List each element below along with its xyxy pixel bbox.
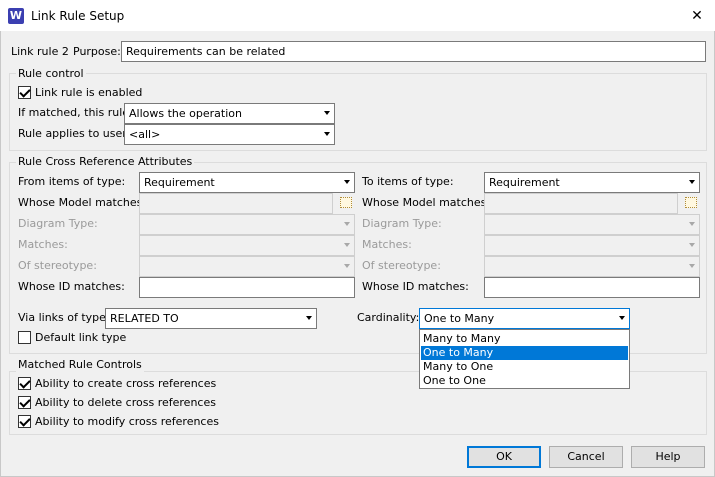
chevron-down-icon bbox=[344, 264, 350, 268]
to-type-value: Requirement bbox=[489, 176, 560, 189]
from-stereotype-label: Of stereotype: bbox=[18, 259, 97, 272]
purpose-label: Purpose: bbox=[73, 45, 121, 58]
cardinality-option-selected[interactable]: One to Many bbox=[421, 346, 628, 360]
applies-to-user-value: <all> bbox=[129, 128, 161, 141]
from-id-label: Whose ID matches: bbox=[18, 280, 125, 293]
chevron-down-icon bbox=[324, 132, 330, 136]
to-model-input bbox=[484, 193, 678, 214]
rule-enabled-label: Link rule is enabled bbox=[35, 86, 143, 99]
chevron-down-icon bbox=[306, 316, 312, 320]
from-matches-label: Matches: bbox=[18, 238, 68, 251]
chevron-down-icon bbox=[619, 316, 625, 320]
from-model-input bbox=[139, 193, 333, 214]
chevron-down-icon bbox=[344, 243, 350, 247]
via-links-value: RELATED TO bbox=[110, 312, 179, 325]
chevron-down-icon bbox=[689, 180, 695, 184]
applies-to-user-select[interactable]: <all> bbox=[124, 124, 335, 145]
create-xref-label: Ability to create cross references bbox=[35, 377, 217, 390]
from-id-input[interactable] bbox=[139, 277, 355, 298]
help-button[interactable]: Help bbox=[631, 446, 705, 468]
to-stereotype-label: Of stereotype: bbox=[362, 259, 441, 272]
from-stereotype-select bbox=[139, 256, 355, 277]
chevron-down-icon bbox=[344, 222, 350, 226]
cardinality-option[interactable]: Many to Many bbox=[421, 332, 628, 346]
from-matches-select bbox=[139, 235, 355, 256]
delete-xref-checkbox[interactable] bbox=[18, 396, 31, 409]
chevron-down-icon bbox=[689, 222, 695, 226]
purpose-input[interactable]: Requirements can be related bbox=[121, 41, 706, 62]
chevron-down-icon bbox=[689, 243, 695, 247]
rule-number-label: Link rule 2 bbox=[11, 45, 69, 58]
create-xref-checkbox[interactable] bbox=[18, 377, 31, 390]
cancel-button[interactable]: Cancel bbox=[549, 446, 623, 468]
matched-rule-legend: Matched Rule Controls bbox=[16, 358, 144, 372]
via-links-label: Via links of type: bbox=[18, 311, 110, 324]
close-icon[interactable]: ✕ bbox=[684, 4, 710, 28]
ok-button[interactable]: OK bbox=[467, 446, 541, 468]
applies-to-user-label: Rule applies to user: bbox=[18, 127, 131, 140]
from-type-select[interactable]: Requirement bbox=[139, 172, 355, 193]
to-matches-label: Matches: bbox=[362, 238, 412, 251]
from-model-label: Whose Model matches: bbox=[18, 196, 147, 209]
cardinality-label: Cardinality: bbox=[357, 311, 420, 324]
chevron-down-icon bbox=[344, 180, 350, 184]
cardinality-option[interactable]: Many to One bbox=[421, 360, 628, 374]
to-matches-select bbox=[484, 235, 700, 256]
cardinality-dropdown-list[interactable]: Many to Many One to Many Many to One One… bbox=[419, 329, 630, 389]
from-diagram-select bbox=[139, 214, 355, 235]
to-model-label: Whose Model matches: bbox=[362, 196, 491, 209]
if-matched-select[interactable]: Allows the operation bbox=[124, 103, 335, 124]
via-links-select[interactable]: RELATED TO bbox=[105, 308, 317, 329]
to-type-select[interactable]: Requirement bbox=[484, 172, 700, 193]
to-id-input[interactable] bbox=[484, 277, 700, 298]
rule-control-legend: Rule control bbox=[16, 67, 86, 81]
default-link-label: Default link type bbox=[35, 331, 127, 344]
from-type-label: From items of type: bbox=[18, 175, 126, 188]
if-matched-value: Allows the operation bbox=[129, 107, 242, 120]
app-icon: W bbox=[8, 8, 24, 24]
delete-xref-label: Ability to delete cross references bbox=[35, 396, 216, 409]
modify-xref-checkbox[interactable] bbox=[18, 415, 31, 428]
from-browse-icon[interactable] bbox=[337, 194, 355, 212]
cross-reference-legend: Rule Cross Reference Attributes bbox=[16, 155, 195, 169]
from-diagram-label: Diagram Type: bbox=[18, 217, 98, 230]
to-diagram-label: Diagram Type: bbox=[362, 217, 442, 230]
if-matched-label: If matched, this rule: bbox=[18, 106, 133, 119]
modify-xref-label: Ability to modify cross references bbox=[35, 415, 219, 428]
to-browse-icon[interactable] bbox=[682, 194, 700, 212]
to-diagram-select bbox=[484, 214, 700, 235]
to-id-label: Whose ID matches: bbox=[362, 280, 469, 293]
chevron-down-icon bbox=[324, 111, 330, 115]
to-stereotype-select bbox=[484, 256, 700, 277]
default-link-checkbox[interactable] bbox=[18, 331, 31, 344]
from-type-value: Requirement bbox=[144, 176, 215, 189]
rule-enabled-checkbox[interactable] bbox=[18, 86, 31, 99]
cardinality-option[interactable]: One to One bbox=[421, 374, 628, 388]
chevron-down-icon bbox=[689, 264, 695, 268]
cardinality-select[interactable]: One to Many bbox=[419, 308, 630, 329]
window-title: Link Rule Setup bbox=[31, 9, 125, 23]
to-type-label: To items of type: bbox=[362, 175, 454, 188]
cardinality-value: One to Many bbox=[424, 312, 495, 325]
